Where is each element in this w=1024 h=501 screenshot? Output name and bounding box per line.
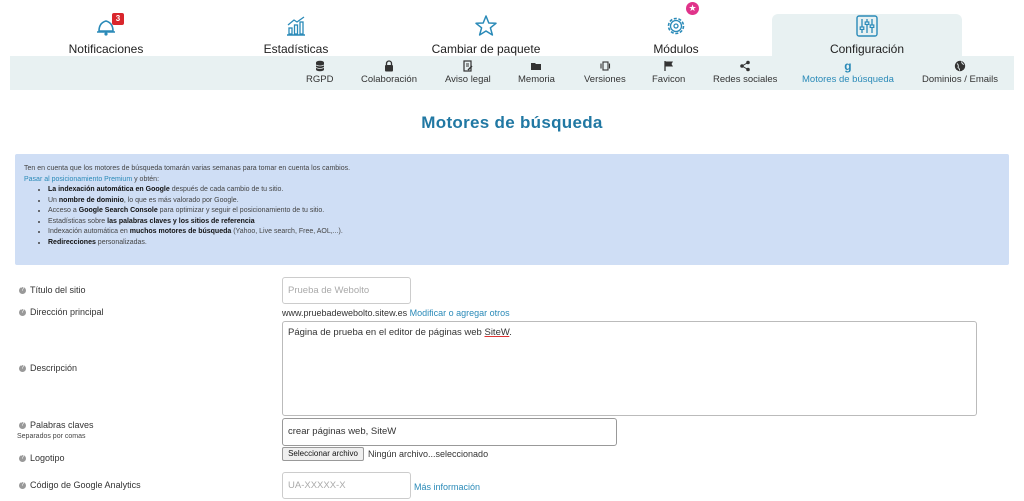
subtab-label: Dominios / Emails	[922, 74, 999, 85]
tab-label: Configuración	[829, 42, 905, 56]
globe-icon	[922, 60, 998, 72]
list-item: Estadísticas sobre las palabras claves y…	[48, 217, 1000, 228]
site-title-label: ? Título del sitio	[19, 285, 86, 295]
tab-label: Módulos	[653, 42, 699, 56]
select-file-button[interactable]: Seleccionar archivo	[282, 447, 364, 461]
lock-icon	[361, 60, 417, 72]
subtab-motores-busqueda[interactable]: g Motores de búsqueda	[802, 60, 894, 85]
subtab-rgpd[interactable]: RGPD	[306, 60, 333, 85]
keywords-input[interactable]: crear páginas web, SiteW	[282, 418, 617, 446]
help-icon[interactable]: ?	[19, 309, 26, 317]
bell-icon	[50, 14, 162, 38]
tab-modulos[interactable]: Módulos	[628, 14, 724, 56]
subtab-aviso-legal[interactable]: Aviso legal	[445, 60, 491, 85]
subtab-label: Aviso legal	[445, 74, 491, 85]
list-item: La indexación automática en Google despu…	[48, 185, 1000, 196]
google-icon: g	[844, 59, 852, 73]
list-item: Redirecciones personalizadas.	[48, 238, 1000, 249]
premium-link[interactable]: Pasar al posicionamiento Premium	[24, 176, 132, 183]
tab-label: Notificaciones	[68, 42, 144, 56]
tab-label: Cambiar de paquete	[431, 42, 541, 56]
main-address-value: www.pruebadewebolto.sitew.es Modificar o…	[282, 308, 510, 318]
help-icon[interactable]: ?	[19, 287, 26, 295]
help-icon[interactable]: ?	[19, 482, 26, 490]
subtab-label: Memoria	[518, 74, 555, 85]
subtab-label: Favicon	[652, 74, 686, 85]
benefits-list: La indexación automática en Google despu…	[24, 185, 1000, 248]
more-info-link[interactable]: Más información	[414, 482, 480, 492]
star-icon	[420, 14, 552, 38]
chart-icon	[246, 14, 346, 38]
help-icon[interactable]: ?	[19, 422, 26, 430]
keywords-sublabel: Separados por comas	[17, 433, 86, 440]
tab-cambiar-paquete[interactable]: Cambiar de paquete	[420, 14, 552, 56]
subtab-label: RGPD	[306, 74, 334, 85]
main-address-label: ? Dirección principal	[19, 307, 104, 317]
flag-icon	[652, 60, 685, 72]
document-edit-icon	[445, 60, 491, 72]
file-status: Ningún archivo...seleccionado	[368, 449, 489, 459]
help-icon[interactable]: ?	[19, 455, 26, 463]
gear-icon	[628, 14, 724, 38]
top-navigation: 3 Notificaciones Estadísticas Cambiar de…	[0, 0, 1024, 56]
subtab-label: Redes sociales	[713, 74, 778, 85]
subtab-redes-sociales[interactable]: Redes sociales	[713, 60, 777, 85]
notification-badge: 3	[112, 13, 124, 25]
subtab-label: Colaboración	[361, 74, 417, 85]
database-icon	[306, 60, 333, 72]
versions-icon	[584, 60, 626, 72]
info-box: Ten en cuenta que los motores de búsqued…	[15, 154, 1009, 265]
help-icon[interactable]: ?	[19, 365, 26, 373]
subtab-colaboracion[interactable]: Colaboración	[361, 60, 417, 85]
folder-icon	[518, 60, 555, 72]
description-label: ? Descripción	[19, 363, 78, 373]
subtab-favicon[interactable]: Favicon	[652, 60, 685, 85]
description-textarea[interactable]: Página de prueba en el editor de páginas…	[282, 321, 977, 416]
page-title: Motores de búsqueda	[421, 113, 603, 132]
subtab-versiones[interactable]: Versiones	[584, 60, 626, 85]
tab-notificaciones[interactable]: 3 Notificaciones	[50, 13, 162, 56]
modify-address-link[interactable]: Modificar o agregar otros	[410, 308, 510, 318]
tab-label: Estadísticas	[263, 42, 329, 56]
analytics-label: ? Código de Google Analytics	[19, 480, 141, 490]
subtab-dominios-emails[interactable]: Dominios / Emails	[922, 60, 998, 85]
subtab-label: Motores de búsqueda	[802, 74, 894, 85]
list-item: Acceso a Google Search Console para opti…	[48, 206, 1000, 217]
info-intro: Ten en cuenta que los motores de búsqued…	[24, 165, 351, 172]
share-icon	[713, 60, 777, 72]
premium-line: Pasar al posicionamiento Premium y obtén…	[24, 175, 160, 183]
tab-configuracion[interactable]: Configuración	[772, 14, 962, 56]
site-title-input[interactable]: Prueba de Webolto	[282, 277, 411, 304]
list-item: Indexación automática en muchos motores …	[48, 227, 1000, 238]
premium-star-icon: ★	[686, 2, 699, 15]
subtab-label: Versiones	[584, 74, 626, 85]
analytics-input[interactable]: UA-XXXXX-X	[282, 472, 411, 499]
sliders-icon	[772, 14, 962, 38]
keywords-label: ? Palabras claves	[19, 420, 94, 430]
list-item: Un nombre de dominio, lo que es más valo…	[48, 196, 1000, 207]
subtab-memoria[interactable]: Memoria	[518, 60, 555, 85]
logo-label: ? Logotipo	[19, 453, 65, 463]
tab-estadisticas[interactable]: Estadísticas	[246, 14, 346, 56]
